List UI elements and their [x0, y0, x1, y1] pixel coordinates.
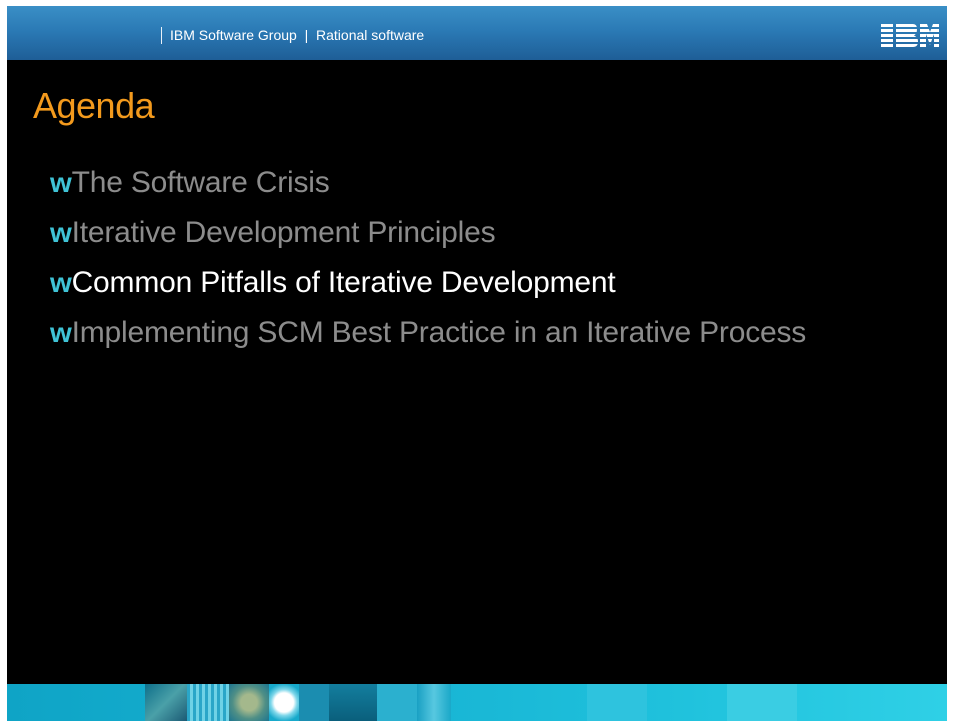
- agenda-list: wThe Software Crisis wIterative Developm…: [50, 158, 806, 358]
- agenda-item-text: Implementing SCM Best Practice in an Ite…: [71, 316, 807, 349]
- footer-photo-tile: [587, 684, 647, 721]
- bullet-icon: w: [50, 267, 72, 298]
- footer-image-strip: [7, 684, 947, 721]
- footer-photo-tile: [329, 684, 377, 721]
- slide-title: Agenda: [33, 85, 155, 126]
- slide: IBM Software Group | Rational software A…: [7, 6, 947, 721]
- footer-photo-tile: [145, 684, 187, 721]
- footer-photo-tile: [299, 684, 329, 721]
- footer-photo-tile: [377, 684, 417, 721]
- footer-photo-tile: [269, 684, 299, 721]
- ibm-logo-icon: [881, 24, 939, 47]
- agenda-item: wIterative Development Principles: [50, 208, 806, 258]
- agenda-item-current: wCommon Pitfalls of Iterative Developmen…: [50, 258, 806, 308]
- footer-photo-tile: [417, 684, 451, 721]
- agenda-item-text: Iterative Development Principles: [71, 216, 496, 249]
- agenda-item-text: The Software Crisis: [71, 166, 330, 199]
- footer-photo-tile: [727, 684, 797, 721]
- bullet-icon: w: [50, 167, 72, 198]
- bullet-icon: w: [50, 317, 72, 348]
- footer-photo-tile: [229, 684, 269, 721]
- header-text: IBM Software Group | Rational software: [170, 27, 425, 43]
- agenda-item-text: Common Pitfalls of Iterative Development: [71, 266, 616, 299]
- footer-photo-tile: [187, 684, 229, 721]
- bullet-icon: w: [50, 217, 72, 248]
- agenda-item: wImplementing SCM Best Practice in an It…: [50, 308, 806, 358]
- header-divider: [161, 27, 162, 44]
- header-bar: IBM Software Group | Rational software: [7, 6, 947, 60]
- agenda-item: wThe Software Crisis: [50, 158, 806, 208]
